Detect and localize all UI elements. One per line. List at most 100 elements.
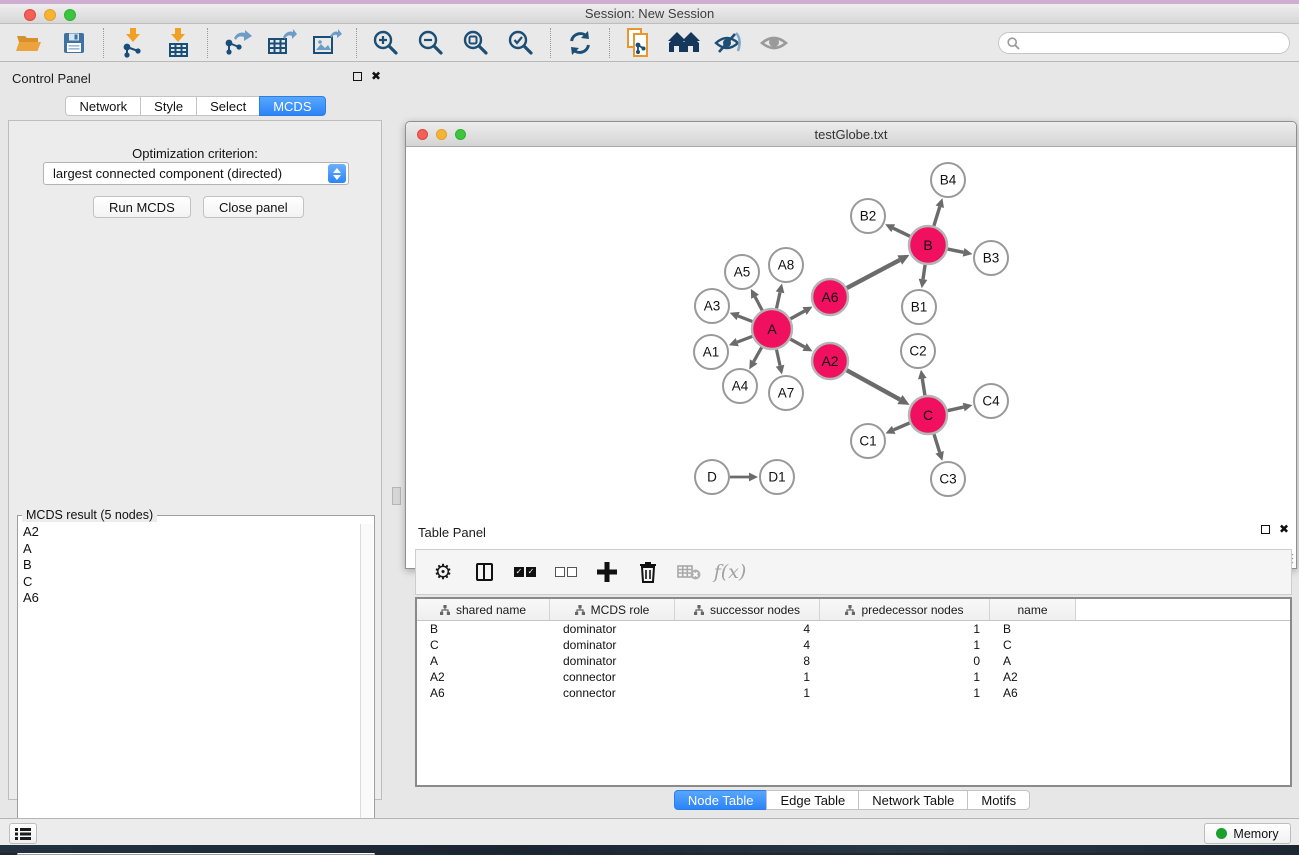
tab-node-table[interactable]: Node Table [674,790,768,810]
home-icon[interactable] [668,27,700,59]
table-cell: connector [550,670,675,684]
open-session-icon[interactable] [13,27,45,59]
select-all-columns-icon[interactable]: ✓✓ [512,559,538,585]
export-network-icon[interactable] [221,27,253,59]
show-graphics-icon[interactable] [758,27,790,59]
close-window-button[interactable] [24,9,36,21]
deselect-all-columns-icon[interactable] [553,559,579,585]
graph-node-A5[interactable]: A5 [725,255,759,289]
column-header-successor-nodes[interactable]: successor nodes [675,599,820,620]
tab-style[interactable]: Style [140,96,197,116]
memory-button[interactable]: Memory [1204,823,1291,844]
table-cell: A6 [417,686,550,700]
clone-network-icon[interactable] [623,27,655,59]
delete-table-icon[interactable] [676,559,702,585]
graph-node-A2[interactable]: A2 [812,343,848,379]
tab-mcds[interactable]: MCDS [259,96,325,116]
network-canvas[interactable]: B4 B2 B B3 A8 A5 A6 B1 A3 A A1 C2 A2 A4 A7 C4 C C1 D D1 C3 [407,148,1296,569]
memory-label: Memory [1233,827,1278,841]
network-window-titlebar[interactable]: testGlobe.txt [406,122,1296,147]
function-builder-icon[interactable]: f(x) [717,559,743,585]
column-header-shared-name[interactable]: shared name [417,599,550,620]
zoom-out-icon[interactable] [415,27,447,59]
table-cell: 1 [820,686,990,700]
zoom-selected-icon[interactable] [505,27,537,59]
close-panel-icon[interactable]: ✖ [371,72,381,81]
graph-node-D[interactable]: D [695,460,729,494]
graph-node-B[interactable]: B [909,226,947,264]
import-network-icon[interactable] [117,27,149,59]
graph-node-C[interactable]: C [909,396,947,434]
search-field[interactable] [998,32,1290,54]
export-table-icon[interactable] [266,27,298,59]
column-header-MCDS-role[interactable]: MCDS role [550,599,675,620]
mcds-result-list[interactable]: A2ABCA6 [19,524,360,853]
graph-node-A4[interactable]: A4 [723,369,757,403]
table-row[interactable]: Adominator80A [417,653,1290,669]
close-panel-icon[interactable]: ✖ [1279,525,1289,534]
graph-node-B1[interactable]: B1 [902,290,936,324]
graph-node-A7[interactable]: A7 [769,376,803,410]
zoom-fit-icon[interactable] [460,27,492,59]
save-session-icon[interactable] [58,27,90,59]
close-window-button[interactable] [417,129,428,140]
graph-node-C1[interactable]: C1 [851,424,885,458]
search-input[interactable] [1025,36,1281,50]
mcds-scrollbar[interactable] [360,524,373,853]
hide-graphics-icon[interactable] [713,27,745,59]
mcds-result-item[interactable]: C [23,574,360,591]
graph-node-B2[interactable]: B2 [851,199,885,233]
graph-node-D1[interactable]: D1 [760,460,794,494]
app-titlebar[interactable]: Session: New Session [0,4,1299,24]
graph-node-A3[interactable]: A3 [695,289,729,323]
table-row[interactable]: Cdominator41C [417,637,1290,653]
tab-network-table[interactable]: Network Table [858,790,968,810]
network-window[interactable]: testGlobe.txt B4 B2 B B3 A8 A5 A6 B1 A3 A A1 C2 A2 A4… [405,121,1297,569]
mcds-result-item[interactable]: A [23,541,360,558]
graph-edge [749,347,761,369]
graph-node-A6[interactable]: A6 [812,279,848,315]
graph-node-C2[interactable]: C2 [901,334,935,368]
graph-node-B3[interactable]: B3 [974,241,1008,275]
zoom-in-icon[interactable] [370,27,402,59]
float-panel-icon[interactable] [1261,525,1270,534]
minimize-window-button[interactable] [436,129,447,140]
float-panel-icon[interactable] [353,72,362,81]
control-panel-header: Control Panel ✖ [0,68,391,90]
mcds-result-item[interactable]: A6 [23,590,360,607]
graph-node-B4[interactable]: B4 [931,163,965,197]
minimize-window-button[interactable] [44,9,56,21]
tab-edge-table[interactable]: Edge Table [766,790,859,810]
table-row[interactable]: A6connector11A6 [417,685,1290,701]
add-column-icon[interactable] [594,559,620,585]
optimization-dropdown[interactable]: largest connected component (directed) [43,162,349,185]
tab-select[interactable]: Select [196,96,260,116]
zoom-window-button[interactable] [455,129,466,140]
graph-node-A[interactable]: A [752,309,792,349]
zoom-window-button[interactable] [64,9,76,21]
graph-edge [790,307,812,319]
tab-motifs[interactable]: Motifs [967,790,1030,810]
table-settings-gear-icon[interactable]: ⚙ [430,559,456,585]
vertical-splitter-handle[interactable] [392,487,401,505]
close-panel-button[interactable]: Close panel [203,196,304,218]
task-history-button[interactable] [9,823,37,844]
table-row[interactable]: A2connector11A2 [417,669,1290,685]
mcds-result-item[interactable]: B [23,557,360,574]
column-header-name[interactable]: name [990,599,1076,620]
refresh-icon[interactable] [564,27,596,59]
graph-node-A1[interactable]: A1 [694,335,728,369]
run-mcds-button[interactable]: Run MCDS [93,196,191,218]
column-header-predecessor-nodes[interactable]: predecessor nodes [820,599,990,620]
tab-network[interactable]: Network [65,96,141,116]
delete-column-icon[interactable] [635,559,661,585]
export-image-icon[interactable] [311,27,343,59]
graph-node-C4[interactable]: C4 [974,384,1008,418]
import-table-icon[interactable] [162,27,194,59]
table-cell: C [990,638,1076,652]
table-row[interactable]: Bdominator41B [417,621,1290,637]
graph-node-A8[interactable]: A8 [769,248,803,282]
mcds-result-item[interactable]: A2 [23,524,360,541]
show-columns-icon[interactable] [471,559,497,585]
graph-node-C3[interactable]: C3 [931,462,965,496]
